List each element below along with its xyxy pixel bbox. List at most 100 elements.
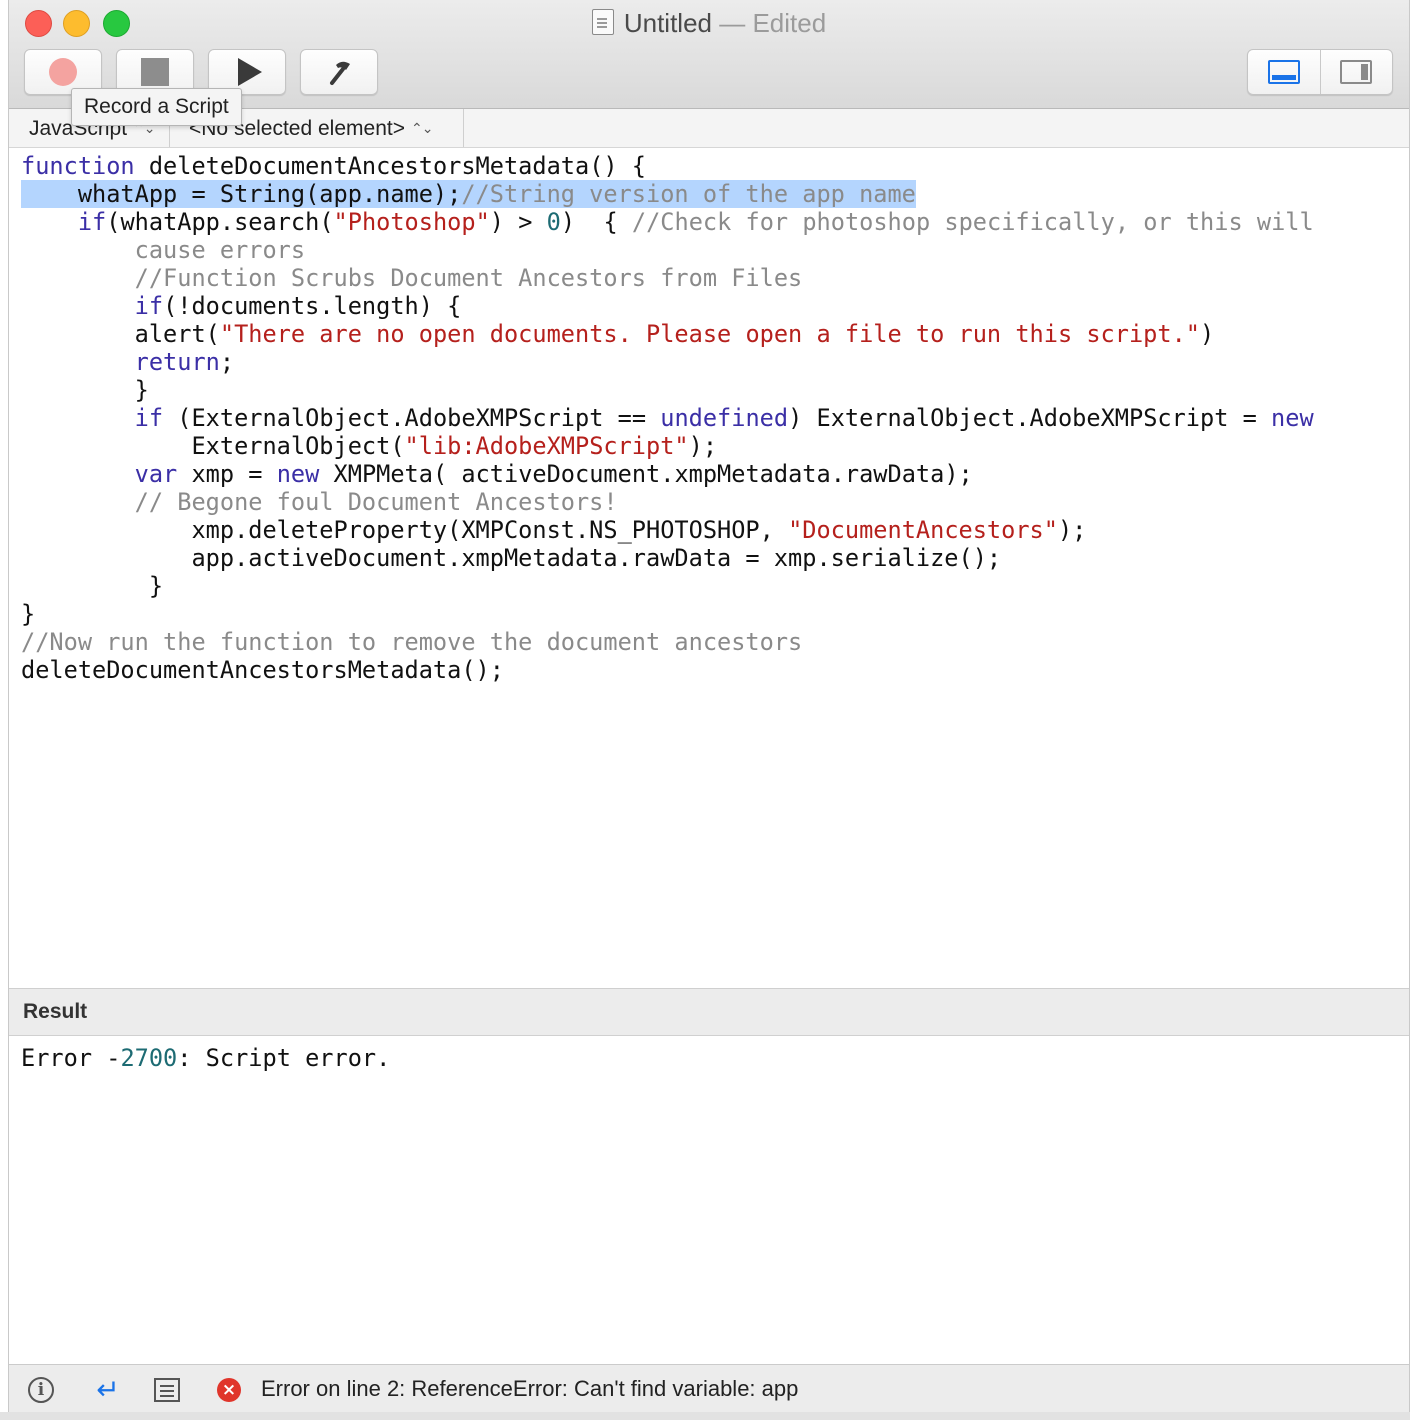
code-token: //Now run the function to remove the doc…	[21, 628, 803, 656]
code-token: }	[21, 600, 36, 628]
code-line[interactable]: }	[21, 600, 1314, 628]
code-token: return	[134, 348, 220, 376]
code-line[interactable]: var xmp = new XMPMeta( activeDocument.xm…	[21, 460, 1314, 488]
code-line[interactable]: ExternalObject("lib:AdobeXMPScript");	[21, 432, 1314, 460]
code-line[interactable]: xmp.deleteProperty(XMPConst.NS_PHOTOSHOP…	[21, 516, 1314, 544]
code-line[interactable]: whatApp = String(app.name);//String vers…	[21, 180, 1314, 208]
code-token: );	[1057, 516, 1087, 544]
event-log-button[interactable]	[152, 1375, 182, 1405]
code-token: )	[1200, 320, 1215, 348]
window-title-edited: — Edited	[719, 8, 827, 38]
code-line[interactable]: app.activeDocument.xmpMetadata.rawData =…	[21, 544, 1314, 572]
code-line[interactable]: // Begone foul Document Ancestors!	[21, 488, 1314, 516]
code-token: "lib:AdobeXMPScript"	[404, 432, 689, 460]
code-token: whatApp = String(app.name);	[21, 180, 462, 208]
code-token: function	[21, 152, 135, 180]
window-bottom-edge	[0, 1412, 1410, 1420]
code-token: }	[21, 572, 164, 600]
code-token: // Begone foul Document Ancestors!	[21, 488, 618, 516]
code-line[interactable]: alert("There are no open documents. Plea…	[21, 320, 1314, 348]
code-token: alert(	[21, 320, 220, 348]
code-token: "There are no open documents. Please ope…	[219, 320, 1200, 348]
code-token: if	[134, 404, 164, 432]
code-line[interactable]: return;	[21, 348, 1314, 376]
error-status: ×	[214, 1375, 244, 1405]
code-token: );	[688, 432, 718, 460]
code-text[interactable]: function deleteDocumentAncestorsMetadata…	[21, 152, 1314, 684]
error-prefix: Error -	[21, 1044, 121, 1072]
code-token: (ExternalObject.AdobeXMPScript ==	[163, 404, 661, 432]
compile-button[interactable]	[300, 49, 378, 95]
hammer-icon	[330, 61, 350, 85]
error-code: 2700	[120, 1044, 178, 1072]
window-title-name: Untitled	[623, 8, 712, 38]
code-line[interactable]: //Function Scrubs Document Ancestors fro…	[21, 264, 1314, 292]
code-token: ) ExternalObject.AdobeXMPScript =	[788, 404, 1272, 432]
code-token: (!documents.length) {	[163, 292, 462, 320]
script-editor[interactable]: function deleteDocumentAncestorsMetadata…	[9, 148, 1409, 988]
code-token: cause errors	[21, 236, 306, 264]
code-token: undefined	[660, 404, 789, 432]
info-icon: i	[28, 1377, 54, 1403]
code-token: xmp.deleteProperty(XMPConst.NS_PHOTOSHOP…	[21, 516, 789, 544]
code-line[interactable]: }	[21, 572, 1314, 600]
code-token: ) >	[489, 208, 547, 236]
window-title: Untitled — Edited	[9, 6, 1409, 40]
code-token: deleteDocumentAncestorsMetadata();	[21, 656, 504, 684]
show-bottom-pane-button[interactable]	[1248, 50, 1320, 94]
status-bar: i ↵ × Error on line 2: ReferenceError: C…	[9, 1364, 1409, 1413]
code-token: xmp =	[177, 460, 277, 488]
status-message: Error on line 2: ReferenceError: Can't f…	[261, 1376, 799, 1401]
play-icon	[238, 58, 262, 86]
code-token: //Function Scrubs Document Ancestors fro…	[21, 264, 803, 292]
side-pane-icon	[1340, 60, 1373, 84]
bottom-pane-icon	[1267, 60, 1300, 84]
code-line[interactable]: if(whatApp.search("Photoshop") > 0) { //…	[21, 208, 1314, 236]
error-suffix: : Script error.	[177, 1044, 391, 1072]
view-toggle	[1247, 49, 1393, 95]
code-line[interactable]: cause errors	[21, 236, 1314, 264]
code-line[interactable]: if (ExternalObject.AdobeXMPScript == und…	[21, 404, 1314, 432]
record-tooltip: Record a Script	[71, 88, 242, 126]
code-token: (whatApp.search(	[106, 208, 334, 236]
code-line[interactable]: //Now run the function to remove the doc…	[21, 628, 1314, 656]
code-token: "Photoshop"	[333, 208, 490, 236]
code-token: ExternalObject(	[21, 432, 405, 460]
code-line[interactable]: if(!documents.length) {	[21, 292, 1314, 320]
code-token: ) {	[560, 208, 632, 236]
code-token: "DocumentAncestors"	[788, 516, 1058, 544]
show-side-pane-button[interactable]	[1319, 50, 1393, 94]
result-header: Result	[9, 989, 1409, 1036]
code-token: app.activeDocument.xmpMetadata.rawData =…	[21, 544, 1002, 572]
result-title: Result	[23, 1000, 88, 1023]
info-button[interactable]: i	[26, 1375, 56, 1405]
code-line[interactable]: deleteDocumentAncestorsMetadata();	[21, 656, 1314, 684]
code-token: }	[21, 376, 149, 404]
error-icon: ×	[217, 1378, 241, 1402]
code-token: var	[134, 460, 178, 488]
code-token: //Check for photoshop specifically, or t…	[631, 208, 1314, 236]
result-pane[interactable]: Error -2700: Script error.	[9, 1036, 1409, 1363]
code-token: deleteDocumentAncestorsMetadata() {	[134, 152, 647, 180]
chevron-updown-icon: ⌃⌄	[410, 120, 433, 136]
return-arrow-icon: ↵	[96, 1374, 120, 1405]
code-token: 0	[546, 208, 561, 236]
code-token: ;	[219, 348, 235, 376]
code-line[interactable]: function deleteDocumentAncestorsMetadata…	[21, 152, 1314, 180]
code-token: if	[77, 208, 107, 236]
code-token: XMPMeta( activeDocument.xmpMetadata.rawD…	[319, 460, 973, 488]
code-line[interactable]: }	[21, 376, 1314, 404]
list-icon	[154, 1378, 180, 1402]
code-token: //String version of the app name	[461, 180, 916, 208]
code-token: new	[276, 460, 320, 488]
replies-button[interactable]: ↵	[93, 1375, 123, 1405]
code-token: new	[1271, 404, 1314, 432]
document-icon	[591, 9, 614, 35]
stop-icon	[141, 58, 169, 86]
script-editor-window: Untitled — Edited Record a Script JavaSc…	[8, 0, 1410, 1420]
